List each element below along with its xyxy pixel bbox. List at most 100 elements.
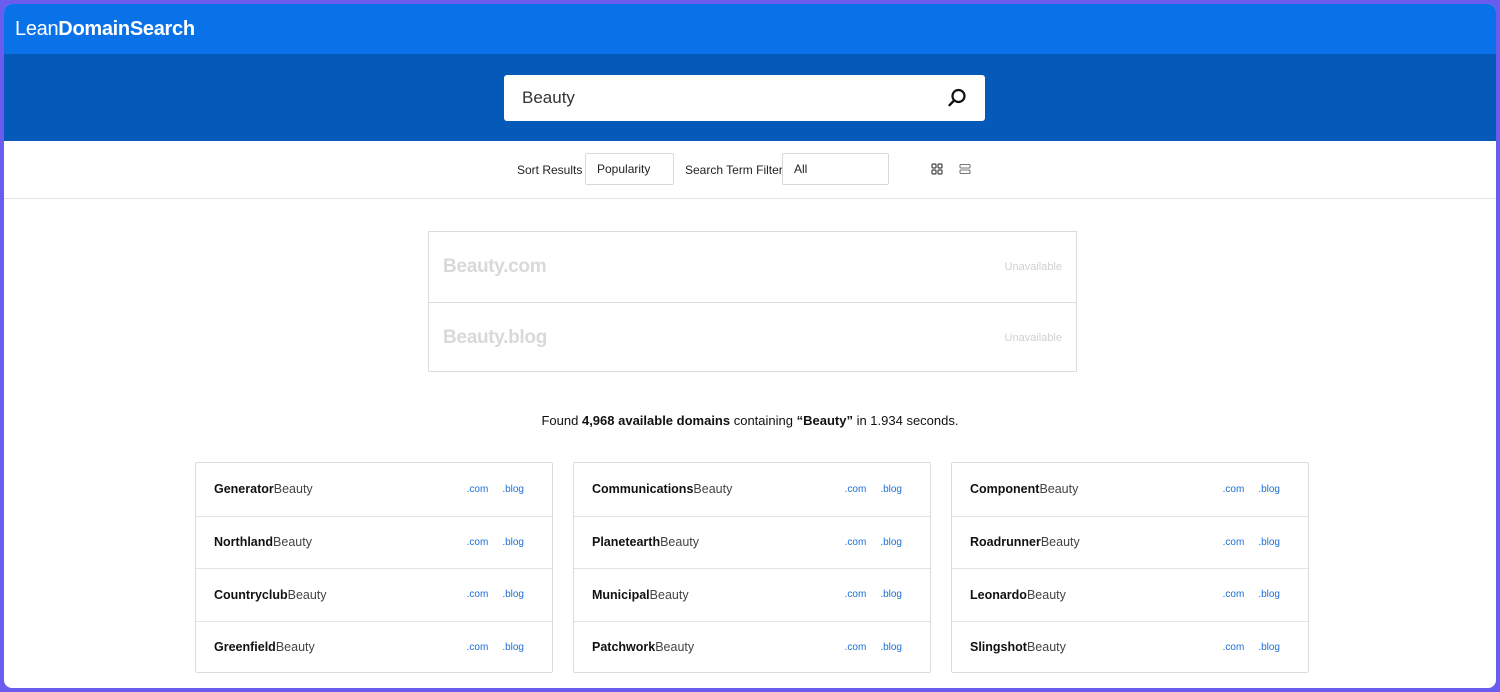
tld-com-link[interactable]: .com bbox=[845, 537, 867, 548]
search-input[interactable] bbox=[520, 87, 945, 109]
domain-prefix: Component bbox=[970, 482, 1040, 497]
list-view-icon[interactable] bbox=[959, 163, 971, 175]
domain-suffix: Beauty bbox=[649, 587, 689, 602]
domain-suffix: Beauty bbox=[655, 640, 695, 655]
domain-name: GeneratorBeauty bbox=[214, 482, 453, 496]
tld-com-link[interactable]: .com bbox=[467, 642, 489, 653]
domain-row[interactable]: LeonardoBeauty .com .blog bbox=[952, 568, 1308, 621]
availability-status: Unavailable bbox=[1004, 331, 1062, 344]
domain-name: CommunicationsBeauty bbox=[592, 482, 831, 496]
tld-com-link[interactable]: .com bbox=[467, 484, 489, 495]
logo-domainsearch: DomainSearch bbox=[58, 17, 195, 40]
app-window: LeanDomainSearch Sort Results Popularity… bbox=[4, 4, 1496, 688]
domain-suffix: Beauty bbox=[273, 482, 313, 497]
domain-prefix: Generator bbox=[214, 482, 274, 497]
tld-blog-link[interactable]: .blog bbox=[880, 484, 902, 495]
tld-com-link[interactable]: .com bbox=[1223, 642, 1245, 653]
tld-blog-link[interactable]: .blog bbox=[1258, 642, 1280, 653]
domain-row[interactable]: GeneratorBeauty .com .blog bbox=[196, 463, 552, 516]
domain-row[interactable]: PlanetearthBeauty .com .blog bbox=[574, 515, 930, 569]
domain-suffix: Beauty bbox=[1040, 535, 1080, 550]
domain-prefix: Communications bbox=[592, 482, 694, 497]
domain-row[interactable]: GreenfieldBeauty .com .blog bbox=[196, 620, 552, 674]
domain-prefix: Northland bbox=[214, 535, 274, 550]
tld-com-link[interactable]: .com bbox=[467, 537, 489, 548]
tld-blog-link[interactable]: .blog bbox=[1258, 537, 1280, 548]
domain-row[interactable]: RoadrunnerBeauty .com .blog bbox=[952, 515, 1308, 569]
domain-row[interactable]: SlingshotBeauty .com .blog bbox=[952, 620, 1308, 674]
logo-lean: Lean bbox=[15, 17, 59, 40]
domain-name: MunicipalBeauty bbox=[592, 588, 831, 602]
domain-name: PatchworkBeauty bbox=[592, 640, 831, 654]
domain-prefix: Leonardo bbox=[970, 587, 1027, 602]
tld-blog-link[interactable]: .blog bbox=[1258, 589, 1280, 600]
domain-suffix: Beauty bbox=[287, 587, 327, 602]
sort-select[interactable]: Popularity bbox=[585, 153, 674, 185]
grid-view-icon[interactable] bbox=[931, 163, 943, 175]
results-card: GeneratorBeauty .com .blog NorthlandBeauty.… bbox=[195, 462, 553, 673]
exact-match-row: Beauty.blog Unavailable bbox=[429, 302, 1076, 372]
domain-name: LeonardoBeauty bbox=[970, 588, 1209, 602]
summary-middle: containing bbox=[730, 413, 797, 428]
results-card: ComponentBeauty .com .blog RoadrunnerBeauty… bbox=[951, 462, 1309, 673]
availability-status: Unavailable bbox=[1004, 261, 1062, 273]
domain-suffix: Beauty bbox=[660, 535, 700, 550]
tld-com-link[interactable]: .com bbox=[845, 484, 867, 495]
summary-term: “Beauty” bbox=[796, 413, 853, 428]
top-bar: LeanDomainSearch bbox=[4, 4, 1496, 54]
term-filter-select[interactable]: All bbox=[782, 153, 889, 185]
domain-suffix: Beauty bbox=[693, 482, 733, 497]
exact-domain-name: Beauty.blog bbox=[443, 326, 548, 348]
domain-prefix: Roadrunner bbox=[970, 535, 1041, 550]
domain-row[interactable]: NorthlandBeauty .com .blog bbox=[196, 515, 552, 569]
tld-blog-link[interactable]: .blog bbox=[502, 537, 524, 548]
domain-prefix: Countryclub bbox=[214, 587, 288, 602]
tld-blog-link[interactable]: .blog bbox=[880, 537, 902, 548]
domain-name: NorthlandBeauty bbox=[214, 535, 453, 549]
domain-row[interactable]: ComponentBeauty .com .blog bbox=[952, 463, 1308, 516]
domain-name: RoadrunnerBeauty bbox=[970, 535, 1209, 549]
domain-name: PlanetearthBeauty bbox=[592, 535, 831, 549]
tld-blog-link[interactable]: .blog bbox=[502, 642, 524, 653]
tld-com-link[interactable]: .com bbox=[1223, 537, 1245, 548]
domain-suffix: Beauty bbox=[275, 640, 315, 655]
tld-com-link[interactable]: .com bbox=[845, 589, 867, 600]
search-term-filter-label: Search Term Filter bbox=[685, 163, 783, 177]
tld-blog-link[interactable]: .blog bbox=[1258, 484, 1280, 495]
sort-results-label: Sort Results bbox=[517, 163, 583, 177]
exact-domain-name: Beauty.com bbox=[443, 256, 547, 277]
logo[interactable]: LeanDomainSearch bbox=[15, 18, 195, 41]
results-summary: Found 4,968 available domains containing… bbox=[4, 413, 1496, 428]
tld-com-link[interactable]: .com bbox=[1223, 484, 1245, 495]
domain-prefix: Planetearth bbox=[592, 535, 661, 550]
search-band bbox=[4, 54, 1496, 141]
domain-prefix: Municipal bbox=[592, 587, 650, 602]
domain-name: ComponentBeauty bbox=[970, 482, 1209, 496]
search-icon[interactable] bbox=[945, 86, 969, 110]
term-filter-value: All bbox=[794, 162, 808, 176]
tld-blog-link[interactable]: .blog bbox=[502, 589, 524, 600]
filter-bar: Sort Results Popularity Search Term Filt… bbox=[4, 141, 1496, 199]
domain-name: GreenfieldBeauty bbox=[214, 640, 453, 654]
exact-match-panel: Beauty.com Unavailable Beauty.blog Unava… bbox=[428, 231, 1077, 372]
domain-suffix: Beauty bbox=[1039, 482, 1079, 497]
tld-com-link[interactable]: .com bbox=[845, 642, 867, 653]
domain-row[interactable]: MunicipalBeauty .com .blog bbox=[574, 568, 930, 621]
tld-com-link[interactable]: .com bbox=[467, 589, 489, 600]
domain-row[interactable]: PatchworkBeauty .com .blog bbox=[574, 620, 930, 674]
domain-prefix: Patchwork bbox=[592, 640, 656, 655]
tld-blog-link[interactable]: .blog bbox=[880, 589, 902, 600]
domain-suffix: Beauty bbox=[1026, 640, 1066, 655]
search-box bbox=[504, 75, 985, 121]
domain-prefix: Greenfield bbox=[214, 640, 276, 655]
tld-blog-link[interactable]: .blog bbox=[880, 642, 902, 653]
tld-blog-link[interactable]: .blog bbox=[502, 484, 524, 495]
domain-suffix: Beauty bbox=[1026, 587, 1066, 602]
domain-row[interactable]: CountryclubBeauty .com .blog bbox=[196, 568, 552, 621]
domain-name: CountryclubBeauty bbox=[214, 588, 453, 602]
domain-name: SlingshotBeauty bbox=[970, 640, 1209, 654]
tld-com-link[interactable]: .com bbox=[1223, 589, 1245, 600]
domain-row[interactable]: CommunicationsBeauty .com .blog bbox=[574, 463, 930, 516]
sort-select-value: Popularity bbox=[597, 162, 651, 176]
domain-prefix: Slingshot bbox=[970, 640, 1027, 655]
